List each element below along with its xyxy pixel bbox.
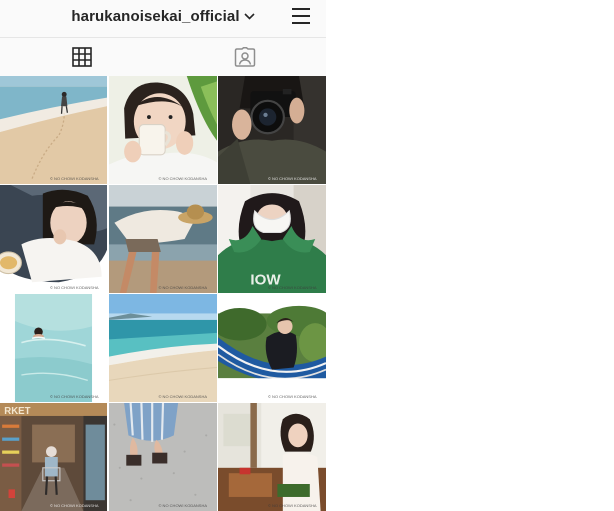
- post-thumbnail[interactable]: © NO CHOWI KODANSHA: [0, 185, 107, 293]
- photo-credit-watermark: © NO CHOWI KODANSHA: [158, 503, 208, 508]
- woman-with-camera-photo: [218, 76, 326, 184]
- feet-sandals-photo: [108, 403, 217, 511]
- post-thumbnail[interactable]: © NO CHOWI KODANSHA: [218, 76, 326, 184]
- photo-credit-watermark: © NO CHOWI KODANSHA: [158, 285, 208, 290]
- photo-credit-watermark: © NO CHOWI KODANSHA: [268, 285, 317, 290]
- post-thumbnail[interactable]: © NO CHOWI KODANSHA: [108, 185, 217, 293]
- account-switcher[interactable]: harukanoisekai_official: [0, 8, 326, 25]
- post-thumbnail[interactable]: IOW © NO CHOWI KODANSHA: [218, 185, 326, 293]
- posts-grid: © NO CHOWI KODANSHA © NO CHOWI KODANSHA: [0, 76, 326, 511]
- instagram-profile-screen: harukanoisekai_official © NO CHOWI KODAN…: [0, 0, 326, 511]
- chevron-down-icon: [244, 7, 255, 24]
- post-thumbnail[interactable]: © NO CHOWI KODANSHA: [108, 294, 217, 402]
- beach-walk-photo: [0, 76, 107, 184]
- post-thumbnail[interactable]: © NO CHOWI KODANSHA: [108, 76, 217, 184]
- woman-in-kitchen-photo: [218, 403, 326, 511]
- post-thumbnail[interactable]: © NO CHOWI KODANSHA: [218, 294, 326, 402]
- top-bar: harukanoisekai_official: [0, 0, 326, 37]
- photo-credit-watermark: © NO CHOWI KODANSHA: [50, 394, 99, 399]
- photo-credit-watermark: © NO CHOWI KODANSHA: [50, 176, 99, 181]
- photo-credit-watermark: © NO CHOWI KODANSHA: [50, 285, 99, 290]
- tab-tagged[interactable]: [163, 38, 326, 76]
- post-thumbnail[interactable]: © NO CHOWI KODANSHA: [218, 403, 326, 511]
- hamburger-menu-icon[interactable]: [292, 8, 310, 24]
- tab-posts-grid[interactable]: [0, 38, 163, 77]
- grid-icon: [71, 47, 92, 67]
- photo-credit-watermark: © NO CHOWI KODANSHA: [158, 176, 208, 181]
- photo-credit-watermark: © NO CHOWI KODANSHA: [268, 503, 317, 508]
- woman-drinking-mug-photo: [108, 76, 217, 184]
- post-thumbnail[interactable]: RKET © NO CHOWI KODANSHA: [0, 403, 107, 511]
- post-thumbnail[interactable]: © NO CHOWI KODANSHA: [0, 294, 107, 402]
- photo-credit-watermark: © NO CHOWI KODANSHA: [268, 394, 317, 399]
- photo-credit-watermark: © NO CHOWI KODANSHA: [158, 394, 208, 399]
- username: harukanoisekai_official: [71, 8, 240, 25]
- market-aisle-photo: RKET: [0, 403, 107, 511]
- profile-tabs: [0, 37, 326, 77]
- woman-straw-hat-beach-photo: [108, 185, 217, 293]
- beach-shoreline-photo: [108, 294, 217, 402]
- woman-in-hammock-photo: [218, 294, 326, 402]
- photo-credit-watermark: © NO CHOWI KODANSHA: [50, 503, 99, 508]
- post-thumbnail[interactable]: © NO CHOWI KODANSHA: [0, 76, 107, 184]
- photo-credit-watermark: © NO CHOWI KODANSHA: [268, 176, 317, 181]
- tagged-person-icon: [234, 47, 255, 67]
- post-thumbnail[interactable]: © NO CHOWI KODANSHA: [108, 403, 217, 511]
- swimming-in-sea-photo: [0, 294, 107, 402]
- woman-cup-green-hoodie-photo: IOW: [218, 185, 326, 293]
- woman-eating-photo: [0, 185, 107, 293]
- svg-text:RKET: RKET: [4, 406, 30, 417]
